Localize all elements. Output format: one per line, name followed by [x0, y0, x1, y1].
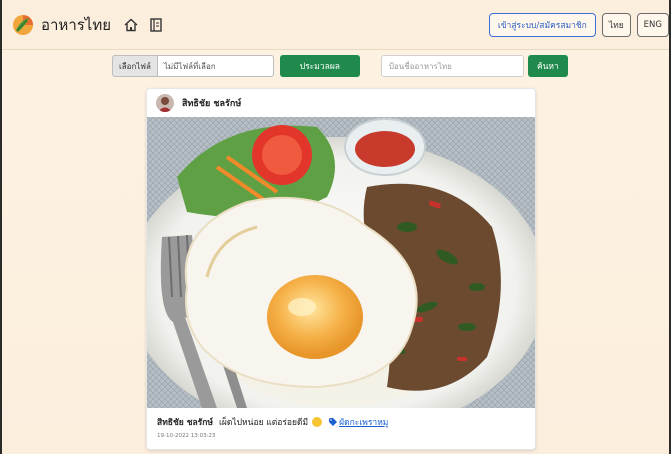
- post-header: สิทธิชัย ชลรักษ์: [147, 89, 535, 117]
- file-upload[interactable]: เลือกไฟล์ ไม่มีไฟล์ที่เลือก: [112, 55, 274, 77]
- food-photo: [147, 117, 535, 408]
- lang-th-button[interactable]: ไทย: [601, 13, 631, 37]
- food-logo-icon: [12, 14, 34, 36]
- lang-en-button[interactable]: ENG: [636, 13, 669, 37]
- post-card: สิทธิชัย ชลรักษ์ สิทธิชัย ชลรักษ์ เผ็ดไป…: [146, 88, 536, 450]
- laughing-emoji-icon: [312, 417, 323, 427]
- post-caption: สิทธิชัย ชลรักษ์ เผ็ดไปหน่อย แต่อร่อยดีม…: [157, 415, 388, 429]
- navbar: อาหารไทย เข้าสู่ระบบ/สมัครสมาชิก ไทย ENG: [2, 0, 669, 50]
- caption-text: เผ็ดไปหน่อย แต่อร่อยดีมี: [218, 418, 309, 428]
- login-register-button[interactable]: เข้าสู่ระบบ/สมัครสมาชิก: [488, 13, 596, 37]
- post-author[interactable]: สิทธิชัย ชลรักษ์: [182, 96, 241, 110]
- menu-book-icon[interactable]: [148, 17, 164, 33]
- search-button[interactable]: ค้นหา: [527, 55, 568, 77]
- food-tag[interactable]: ผัดกะเพราหมู: [329, 415, 388, 429]
- avatar[interactable]: [156, 94, 174, 112]
- choose-file-button[interactable]: เลือกไฟล์: [112, 55, 158, 77]
- search-input[interactable]: [380, 55, 524, 77]
- upload-search-toolbar: เลือกไฟล์ ไม่มีไฟล์ที่เลือก ประมวลผล ค้น…: [112, 55, 568, 77]
- process-button[interactable]: ประมวลผล: [279, 55, 360, 77]
- brand-title: อาหารไทย: [41, 15, 112, 34]
- file-status-text: ไม่มีไฟล์ที่เลือก: [157, 55, 274, 77]
- nav-actions: เข้าสู่ระบบ/สมัครสมาชิก ไทย ENG: [483, 13, 669, 37]
- caption-author[interactable]: สิทธิชัย ชลรักษ์: [157, 415, 213, 429]
- brand[interactable]: อาหารไทย: [12, 13, 111, 37]
- home-icon[interactable]: [123, 17, 139, 33]
- post-timestamp: 19-10-2022 13:03:23: [157, 433, 216, 439]
- tag-icon: [329, 418, 338, 426]
- food-tag-link[interactable]: ผัดกะเพราหมู: [339, 415, 388, 429]
